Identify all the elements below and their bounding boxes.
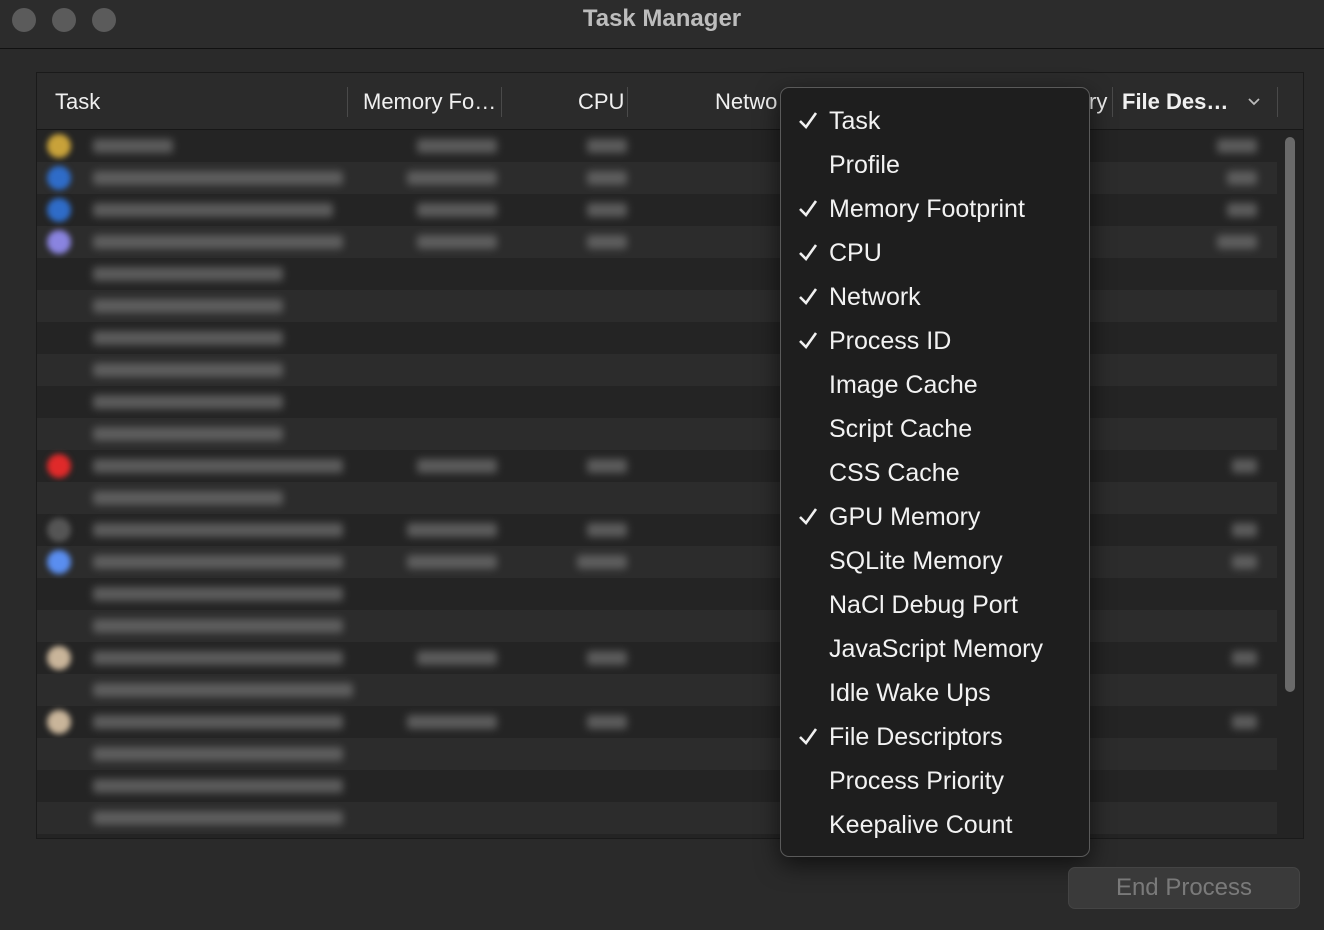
checkmark-icon: [799, 200, 818, 218]
table-row[interactable]: [37, 130, 1277, 162]
extension-icon: [47, 230, 71, 254]
checkmark-icon: [799, 244, 818, 262]
menu-item-nacl-debug-port[interactable]: NaCl Debug Port: [781, 584, 1089, 628]
task-rows: [37, 130, 1277, 838]
menu-item-label: Script Cache: [829, 415, 973, 443]
browser-icon: [47, 710, 71, 734]
menu-item-idle-wake-ups[interactable]: Idle Wake Ups: [781, 672, 1089, 716]
checkmark-icon: [799, 728, 818, 746]
menu-item-network[interactable]: Network: [781, 276, 1089, 320]
column-header-file-descriptors[interactable]: File Des…: [1122, 73, 1242, 129]
menu-item-label: Process ID: [829, 327, 952, 355]
table-row[interactable]: [37, 706, 1277, 738]
menu-item-label: Network: [829, 283, 921, 311]
checkmark-icon: [799, 332, 818, 350]
menu-item-gpu-memory[interactable]: GPU Memory: [781, 496, 1089, 540]
column-header-memory-footprint[interactable]: Memory Fo…: [363, 73, 503, 129]
menu-item-css-cache[interactable]: CSS Cache: [781, 452, 1089, 496]
scrollbar-thumb[interactable]: [1285, 137, 1295, 692]
checkmark-icon: [799, 508, 818, 526]
end-process-button[interactable]: End Process: [1068, 867, 1300, 909]
browser-icon: [47, 646, 71, 670]
column-separator[interactable]: [347, 87, 348, 117]
table-header: Task Memory Fo… CPU Netwo ry File Des…: [37, 73, 1303, 130]
process-icon: [47, 454, 71, 478]
menu-item-image-cache[interactable]: Image Cache: [781, 364, 1089, 408]
table-row[interactable]: [37, 322, 1277, 354]
table-row[interactable]: [37, 642, 1277, 674]
column-separator[interactable]: [1277, 87, 1278, 117]
table-row[interactable]: [37, 194, 1277, 226]
table-row[interactable]: [37, 290, 1277, 322]
column-header-task[interactable]: Task: [55, 73, 355, 129]
column-separator[interactable]: [501, 87, 502, 117]
table-row[interactable]: [37, 578, 1277, 610]
table-row[interactable]: [37, 610, 1277, 642]
table-row[interactable]: [37, 770, 1277, 802]
menu-item-task[interactable]: Task: [781, 100, 1089, 144]
browser-icon: [47, 134, 71, 158]
menu-item-label: GPU Memory: [829, 503, 981, 531]
vertical-scrollbar[interactable]: [1283, 135, 1297, 835]
column-separator[interactable]: [1112, 87, 1113, 117]
table-row[interactable]: [37, 674, 1277, 706]
menu-item-label: SQLite Memory: [829, 547, 1003, 575]
menu-item-label: Memory Footprint: [829, 195, 1025, 223]
table-row[interactable]: [37, 738, 1277, 770]
menu-item-label: CSS Cache: [829, 459, 960, 487]
table-row[interactable]: [37, 162, 1277, 194]
menu-item-memory-footprint[interactable]: Memory Footprint: [781, 188, 1089, 232]
menu-item-label: Task: [829, 107, 881, 135]
menu-item-label: Profile: [829, 151, 900, 179]
table-row[interactable]: [37, 546, 1277, 578]
menu-item-label: Idle Wake Ups: [829, 679, 991, 707]
menu-item-javascript-memory[interactable]: JavaScript Memory: [781, 628, 1089, 672]
table-row[interactable]: [37, 450, 1277, 482]
menu-item-keepalive-count[interactable]: Keepalive Count: [781, 804, 1089, 848]
menu-item-file-descriptors[interactable]: File Descriptors: [781, 716, 1089, 760]
menu-item-sqlite-memory[interactable]: SQLite Memory: [781, 540, 1089, 584]
chevron-down-icon[interactable]: [1247, 95, 1261, 109]
title-bar: Task Manager: [0, 0, 1324, 49]
table-row[interactable]: [37, 354, 1277, 386]
window-title: Task Manager: [582, 5, 742, 32]
menu-item-label: JavaScript Memory: [829, 635, 1043, 663]
menu-item-label: Process Priority: [829, 767, 1005, 795]
menu-item-profile[interactable]: Profile: [781, 144, 1089, 188]
process-icon: [47, 518, 71, 542]
checkmark-icon: [799, 112, 818, 130]
column-header-gpu-memory[interactable]: ry: [1089, 73, 1109, 129]
menu-item-label: File Descriptors: [829, 723, 1003, 751]
table-row[interactable]: [37, 802, 1277, 834]
table-row[interactable]: [37, 386, 1277, 418]
process-icon: [47, 166, 71, 190]
menu-item-process-priority[interactable]: Process Priority: [781, 760, 1089, 804]
table-row[interactable]: [37, 226, 1277, 258]
table-row[interactable]: [37, 514, 1277, 546]
table-row[interactable]: [37, 418, 1277, 450]
table-row[interactable]: [37, 482, 1277, 514]
menu-item-cpu[interactable]: CPU: [781, 232, 1089, 276]
table-row[interactable]: [37, 258, 1277, 290]
menu-item-script-cache[interactable]: Script Cache: [781, 408, 1089, 452]
menu-item-label: Keepalive Count: [829, 811, 1013, 839]
menu-item-process-id[interactable]: Process ID: [781, 320, 1089, 364]
column-separator[interactable]: [627, 87, 628, 117]
menu-item-label: Image Cache: [829, 371, 978, 399]
process-icon: [47, 198, 71, 222]
checkmark-icon: [799, 288, 818, 306]
column-header-network[interactable]: Netwo: [715, 73, 781, 129]
column-chooser-menu: Task Profile Memory Footprint CPU Networ…: [780, 87, 1090, 857]
menu-item-label: CPU: [829, 239, 882, 267]
column-header-cpu[interactable]: CPU: [578, 73, 628, 129]
menu-item-label: NaCl Debug Port: [829, 591, 1018, 619]
process-icon: [47, 550, 71, 574]
task-table: Task Memory Fo… CPU Netwo ry File Des…: [36, 72, 1304, 839]
